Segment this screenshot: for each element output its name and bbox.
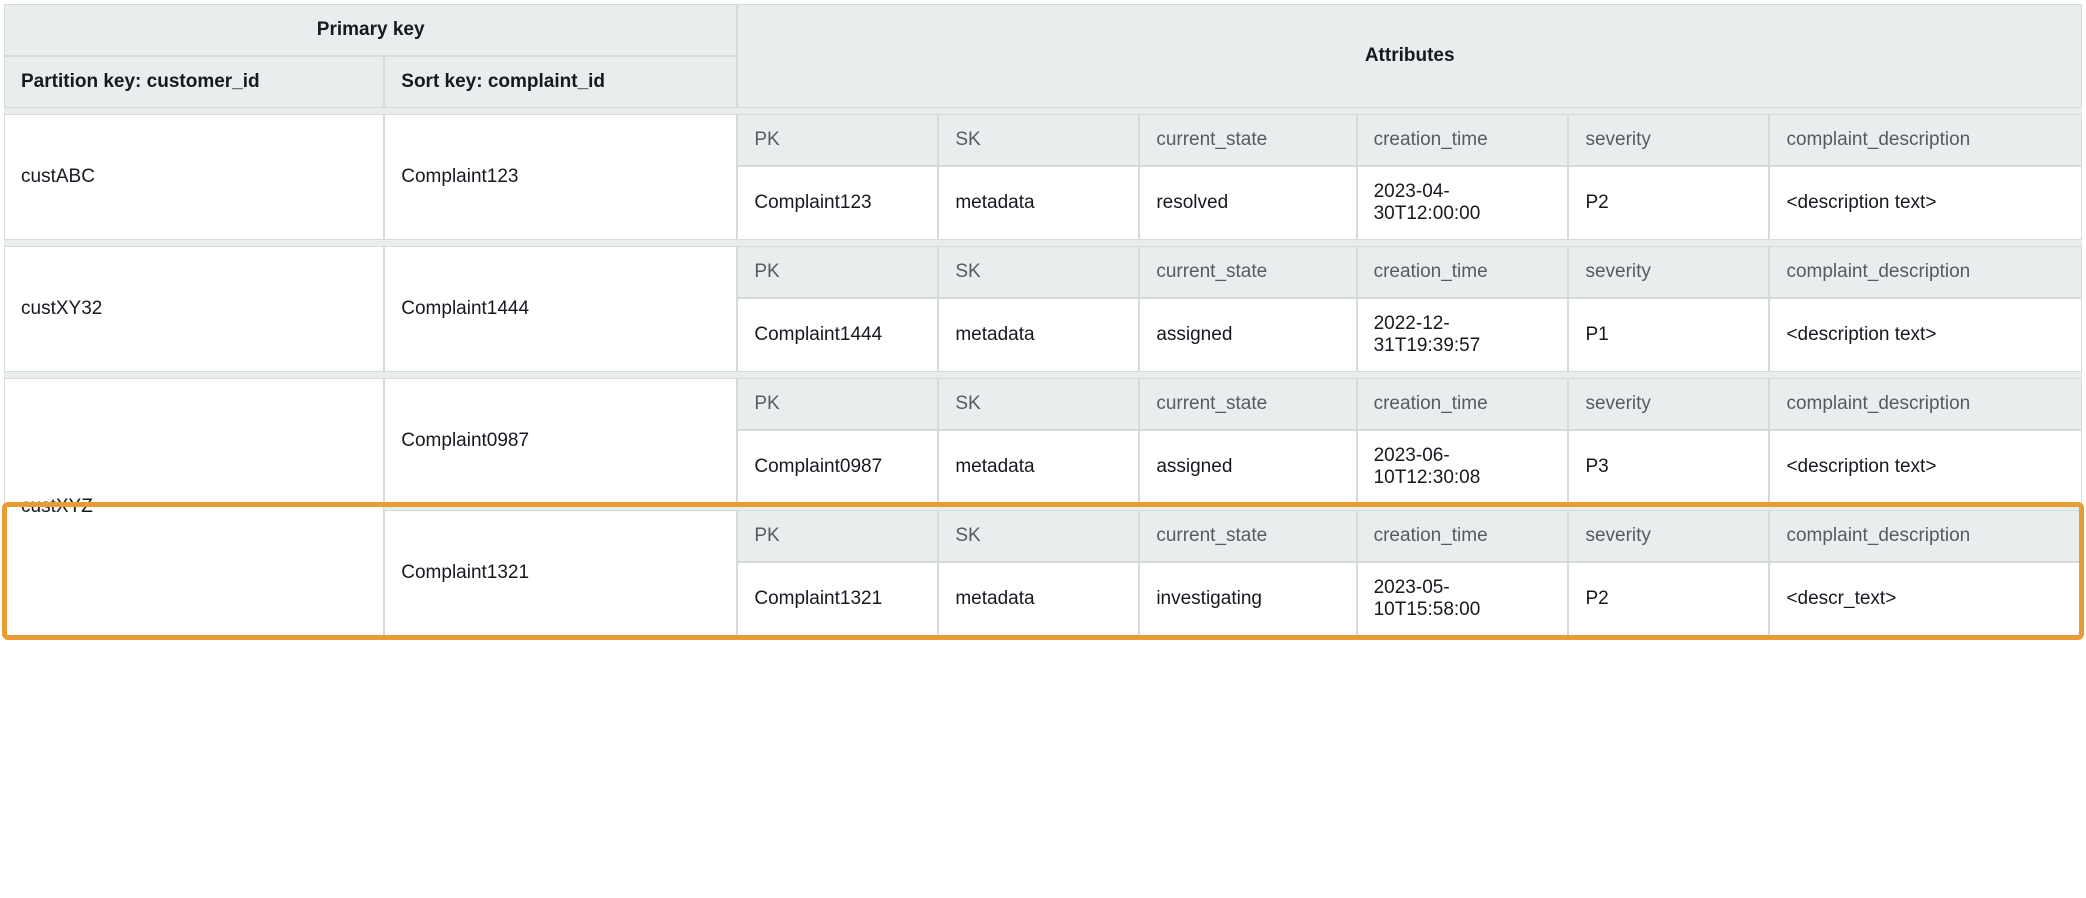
attr-header: complaint_description: [1769, 114, 2082, 166]
attr-value: assigned: [1139, 298, 1356, 372]
attr-value: investigating: [1139, 562, 1356, 636]
attr-value: metadata: [938, 430, 1139, 504]
attr-value: Complaint123: [737, 166, 938, 240]
partition-key-cell: custXYZ: [4, 378, 384, 636]
attr-header: creation_time: [1357, 510, 1569, 562]
attr-value: metadata: [938, 298, 1139, 372]
attr-value: Complaint1444: [737, 298, 938, 372]
attr-value: P2: [1568, 166, 1769, 240]
attr-header: creation_time: [1357, 378, 1569, 430]
header-sort-key: Sort key: complaint_id: [384, 56, 737, 108]
attr-header: creation_time: [1357, 246, 1569, 298]
attr-header: SK: [938, 114, 1139, 166]
attr-header: PK: [737, 510, 938, 562]
attr-header: SK: [938, 378, 1139, 430]
attr-header: current_state: [1139, 246, 1356, 298]
attr-header: complaint_description: [1769, 510, 2082, 562]
attr-header: PK: [737, 246, 938, 298]
attr-header: severity: [1568, 114, 1769, 166]
attr-header: SK: [938, 510, 1139, 562]
dynamodb-table: Primary key Attributes Partition key: cu…: [4, 4, 2082, 636]
attr-value: P3: [1568, 430, 1769, 504]
sort-key-cell: Complaint123: [384, 114, 737, 240]
attr-value: <description text>: [1769, 298, 2082, 372]
attr-value: <description text>: [1769, 430, 2082, 504]
attr-header: PK: [737, 114, 938, 166]
header-primary-key: Primary key: [4, 4, 737, 56]
partition-key-cell: custXY32: [4, 246, 384, 372]
attr-value: P1: [1568, 298, 1769, 372]
attr-value: 2023-05-10T15:58:00: [1357, 562, 1569, 636]
attr-value: P2: [1568, 562, 1769, 636]
attr-value: resolved: [1139, 166, 1356, 240]
data-table: Primary key Attributes Partition key: cu…: [4, 4, 2082, 636]
sort-key-cell: Complaint1321: [384, 510, 737, 636]
attr-value: 2023-06-10T12:30:08: [1357, 430, 1569, 504]
attr-value: 2023-04-30T12:00:00: [1357, 166, 1569, 240]
attr-header: complaint_description: [1769, 246, 2082, 298]
attr-header: complaint_description: [1769, 378, 2082, 430]
attr-value: Complaint0987: [737, 430, 938, 504]
sort-key-cell: Complaint0987: [384, 378, 737, 504]
sort-key-cell: Complaint1444: [384, 246, 737, 372]
header-attributes: Attributes: [737, 4, 2082, 108]
attr-value: metadata: [938, 562, 1139, 636]
attr-value: Complaint1321: [737, 562, 938, 636]
attr-value: 2022-12-31T19:39:57: [1357, 298, 1569, 372]
attr-value: <descr_text>: [1769, 562, 2082, 636]
attr-header: severity: [1568, 246, 1769, 298]
attr-header: current_state: [1139, 378, 1356, 430]
attr-header: severity: [1568, 510, 1769, 562]
attr-value: <description text>: [1769, 166, 2082, 240]
attr-header: current_state: [1139, 510, 1356, 562]
attr-header: current_state: [1139, 114, 1356, 166]
attr-header: PK: [737, 378, 938, 430]
attr-header: SK: [938, 246, 1139, 298]
attr-value: assigned: [1139, 430, 1356, 504]
header-partition-key: Partition key: customer_id: [4, 56, 384, 108]
partition-key-cell: custABC: [4, 114, 384, 240]
attr-header: creation_time: [1357, 114, 1569, 166]
attr-header: severity: [1568, 378, 1769, 430]
attr-value: metadata: [938, 166, 1139, 240]
